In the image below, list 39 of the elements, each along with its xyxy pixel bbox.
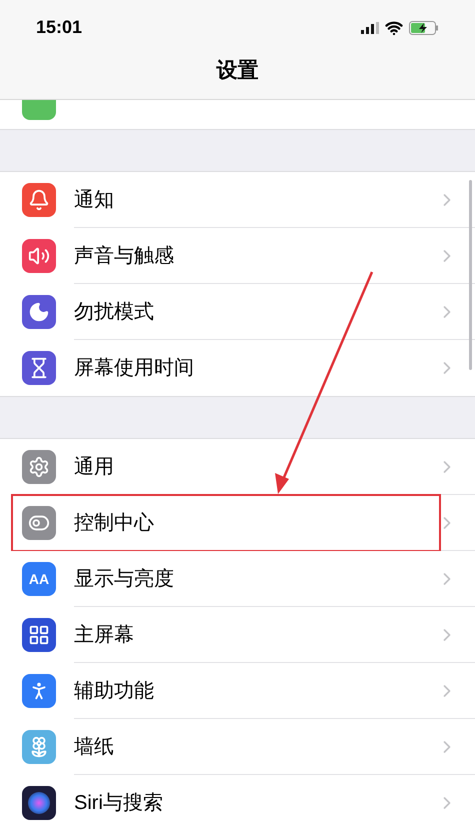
signal-icon (361, 22, 379, 34)
control-center-icon (22, 506, 56, 540)
settings-row[interactable]: 主屏幕 (0, 607, 475, 663)
settings-row[interactable]: 声音与触感 (0, 228, 475, 284)
settings-row[interactable]: 控制中心 (0, 495, 475, 551)
general-icon (22, 450, 56, 484)
wallpaper-icon (22, 730, 56, 764)
settings-row[interactable]: 通用 (0, 439, 475, 495)
row-label: 显示与亮度 (74, 566, 174, 592)
settings-row[interactable]: 勿扰模式 (0, 284, 475, 340)
row-label: Siri与搜索 (74, 791, 163, 816)
settings-row[interactable]: 屏幕使用时间 (0, 340, 475, 396)
row-label: 辅助功能 (74, 678, 154, 704)
screen-time-icon (22, 351, 56, 385)
settings-row[interactable]: 辅助功能 (0, 663, 475, 719)
settings-row[interactable]: Siri与搜索 (0, 775, 475, 823)
settings-row[interactable]: 墙纸 (0, 719, 475, 775)
focus-icon (22, 295, 56, 329)
display-icon: AA (22, 562, 56, 596)
settings-row[interactable]: AA 显示与亮度 (0, 551, 475, 607)
row-label: 屏幕使用时间 (74, 356, 194, 381)
row-label: 控制中心 (74, 510, 154, 536)
siri-icon (22, 786, 56, 820)
row-label: 勿扰模式 (74, 300, 154, 324)
nav-title: 设置 (216, 58, 258, 84)
status-time: 15:01 (36, 16, 82, 39)
row-label: 墙纸 (74, 734, 114, 760)
wifi-icon (385, 18, 403, 36)
row-label: 声音与触感 (74, 244, 174, 268)
row-label: 主屏幕 (74, 622, 134, 648)
row-label: 通知 (74, 188, 114, 212)
sounds-icon (22, 239, 56, 273)
accessibility-icon (22, 674, 56, 708)
notifications-icon (22, 183, 56, 217)
row-label: 通用 (74, 454, 114, 480)
settings-row[interactable]: 通知 (0, 172, 475, 228)
app-icon (22, 100, 56, 120)
battery-charging-icon (409, 20, 439, 34)
home-screen-icon (22, 618, 56, 652)
